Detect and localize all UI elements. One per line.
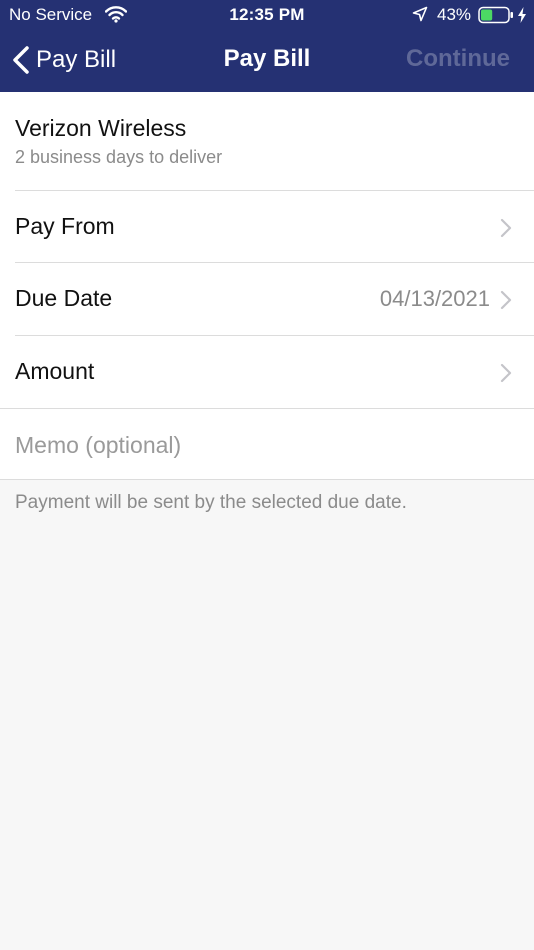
payment-form: Verizon Wireless 2 business days to deli… [0, 92, 534, 480]
amount-label: Amount [15, 358, 95, 384]
delivery-time: 2 business days to deliver [15, 147, 223, 167]
navigation-bar: Pay Bill Pay Bill Continue [0, 30, 534, 92]
battery-percent: 43% [437, 5, 472, 24]
pay-from-row[interactable]: Pay From [15, 190, 534, 263]
due-date-value: 04/13/2021 [379, 286, 490, 311]
payee-info: Verizon Wireless 2 business days to deli… [0, 92, 534, 190]
chevron-right-icon [500, 363, 512, 383]
pay-from-label: Pay From [15, 213, 115, 239]
top-bar: No Service 12:35 PM 43% Pay Bill Pay Bil… [0, 0, 534, 92]
status-bar: No Service 12:35 PM 43% [0, 0, 534, 30]
battery-icon [478, 6, 513, 24]
due-date-label: Due Date [15, 285, 113, 311]
continue-button[interactable]: Continue [406, 45, 510, 73]
charging-bolt-icon [518, 7, 526, 23]
chevron-right-icon [500, 218, 512, 238]
amount-row[interactable]: Amount [15, 335, 534, 408]
payee-name: Verizon Wireless [15, 115, 187, 141]
location-arrow-icon [412, 6, 428, 22]
memo-input[interactable] [15, 425, 515, 465]
due-date-row[interactable]: Due Date 04/13/2021 [15, 262, 534, 335]
memo-row [0, 408, 534, 480]
footer-note: Payment will be sent by the selected due… [15, 492, 407, 513]
chevron-right-icon [500, 290, 512, 310]
